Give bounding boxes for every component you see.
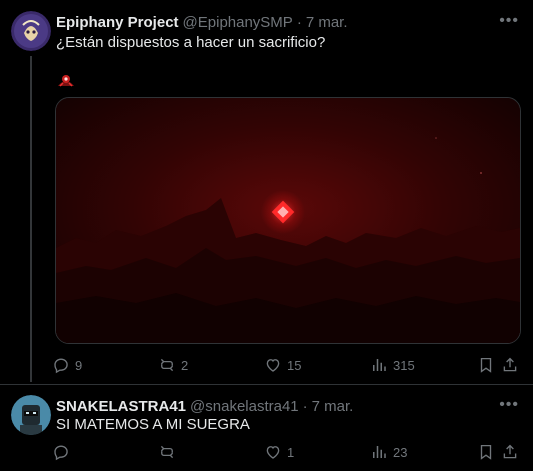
user-handle[interactable]: @EpiphanySMP (183, 14, 293, 31)
separator-dot: · (302, 397, 308, 415)
user-handle[interactable]: @snakelastra41 (190, 398, 299, 415)
repost-icon (160, 445, 174, 459)
timestamp[interactable]: 7 mar. (312, 398, 354, 415)
thread-line (30, 56, 32, 382)
tweet-header: Epiphany Project @EpiphanySMP · 7 mar. (56, 12, 493, 32)
more-options-icon[interactable]: ••• (499, 12, 519, 30)
avatar[interactable] (11, 395, 51, 435)
views-button[interactable]: 315 (370, 356, 415, 374)
share-icon (503, 444, 517, 459)
views-button[interactable]: 23 (370, 443, 407, 461)
share-button[interactable] (501, 356, 519, 374)
bookmark-icon (480, 357, 492, 373)
view-count: 315 (393, 357, 415, 373)
media-image[interactable] (55, 97, 521, 344)
like-count: 15 (287, 357, 302, 373)
reply-icon (54, 358, 68, 374)
avatar[interactable] (11, 11, 51, 51)
heart-icon (266, 359, 280, 372)
separator-dot: · (296, 13, 302, 31)
share-icon (503, 357, 517, 372)
timestamp[interactable]: 7 mar. (306, 14, 348, 31)
repost-icon (160, 358, 174, 372)
views-icon (373, 446, 386, 458)
emoji-icon (56, 70, 76, 90)
action-bar: 9 2 15 315 (52, 354, 519, 376)
like-button[interactable]: 15 (264, 356, 301, 374)
view-count: 23 (393, 444, 408, 460)
views-icon (373, 359, 386, 371)
more-options-icon[interactable]: ••• (499, 396, 519, 414)
heart-icon (266, 446, 280, 459)
display-name[interactable]: SNAKELASTRA41 (56, 398, 186, 415)
repost-button[interactable]: 2 (158, 356, 188, 374)
share-button[interactable] (501, 443, 519, 461)
bookmark-button[interactable] (477, 356, 495, 374)
repost-button[interactable] (158, 443, 181, 461)
like-button[interactable]: 1 (264, 443, 294, 461)
tweet[interactable]: Epiphany Project @EpiphanySMP · 7 mar. •… (0, 0, 533, 384)
action-bar: 1 23 (52, 441, 519, 463)
reply-button[interactable]: 9 (52, 356, 82, 374)
reply-icon (54, 445, 68, 461)
reply-count: 9 (75, 357, 83, 373)
reply-button[interactable] (52, 443, 75, 461)
tweet-header: SNAKELASTRA41 @snakelastra41 · 7 mar. (56, 396, 493, 416)
bookmark-icon (480, 444, 492, 460)
like-count: 1 (287, 444, 295, 460)
tweet-text: SI MATEMOS A MI SUEGRA (56, 416, 250, 433)
bookmark-button[interactable] (477, 443, 495, 461)
display-name[interactable]: Epiphany Project (56, 14, 179, 31)
tweet-text: ¿Están dispuestos a hacer un sacrificio? (56, 34, 326, 51)
repost-count: 2 (181, 357, 189, 373)
